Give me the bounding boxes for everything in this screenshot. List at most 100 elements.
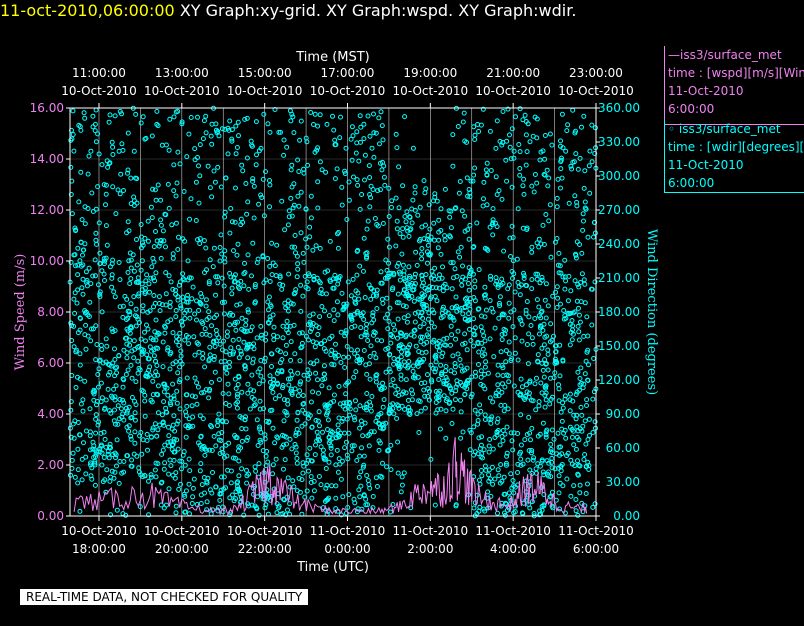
wdir-point <box>296 203 302 209</box>
wdir-point <box>183 434 189 440</box>
wdir-point <box>198 492 204 498</box>
wdir-point <box>240 168 246 174</box>
wdir-point <box>114 437 120 443</box>
wdir-point <box>155 383 161 389</box>
wdir-point <box>484 160 490 166</box>
top-tick-time: 19:00:00 <box>403 66 457 80</box>
wdir-point <box>186 341 192 347</box>
wdir-point <box>110 184 116 190</box>
wdir-point <box>263 331 269 337</box>
wdir-point <box>335 469 341 475</box>
wdir-point <box>267 129 273 135</box>
wdir-point <box>292 351 298 357</box>
wdir-point <box>342 365 348 370</box>
wdir-point <box>574 298 580 304</box>
wdir-point <box>496 188 502 194</box>
wdir-point <box>317 245 323 251</box>
wdir-point <box>253 162 259 168</box>
wdir-point <box>312 344 318 350</box>
wdir-point <box>388 442 394 448</box>
wdir-point <box>422 190 428 196</box>
wdir-point <box>558 468 564 474</box>
wdir-point <box>472 369 478 375</box>
wdir-point <box>391 322 397 328</box>
wdir-point <box>75 480 81 486</box>
wdir-point <box>395 470 401 476</box>
wdir-point <box>401 470 407 476</box>
wdir-point <box>493 390 499 396</box>
wdir-point <box>442 237 448 243</box>
wdir-point <box>298 118 304 124</box>
wdir-point <box>281 137 287 143</box>
wdir-point <box>388 467 394 473</box>
wdir-point <box>374 484 380 489</box>
wdir-point <box>79 456 85 462</box>
wdir-point <box>272 396 278 402</box>
wdir-point <box>211 245 217 251</box>
top-tick-date: 10-Oct-2010 <box>393 84 469 98</box>
wdir-point <box>426 397 432 403</box>
wdir-point <box>75 272 81 278</box>
wdir-point <box>133 379 139 385</box>
wdir-point <box>302 421 308 427</box>
wdir-point <box>335 281 341 287</box>
wdir-point <box>109 139 115 145</box>
wdir-point <box>413 343 419 349</box>
wdir-point <box>400 183 406 189</box>
wdir-point <box>532 381 538 387</box>
wdir-point <box>582 168 588 174</box>
wdir-point <box>245 381 251 387</box>
wdir-point <box>235 448 241 454</box>
wdir-point <box>483 307 489 313</box>
wdir-point <box>295 370 301 376</box>
wdir-point <box>587 190 593 196</box>
wdir-point <box>173 510 179 516</box>
wdir-point <box>321 363 327 369</box>
wdir-point <box>335 245 341 251</box>
legend-time: 6:00:00 <box>668 176 715 190</box>
top-tick-time: 15:00:00 <box>238 66 292 80</box>
wdir-point <box>210 264 216 270</box>
wdir-point <box>229 285 235 291</box>
wdir-point <box>153 369 159 375</box>
wdir-point <box>209 379 214 385</box>
wdir-point <box>96 282 101 288</box>
wdir-point <box>398 489 404 495</box>
wdir-point <box>227 322 233 328</box>
wdir-point <box>92 257 98 263</box>
wdir-point <box>504 424 510 430</box>
wdir-point <box>449 286 455 292</box>
wdir-point <box>466 281 471 286</box>
wdir-point <box>360 433 366 439</box>
wdir-point <box>71 296 77 302</box>
wdir-point <box>256 201 262 207</box>
wdir-point <box>542 297 548 303</box>
wdir-point <box>145 447 150 453</box>
wdir-point <box>466 311 472 317</box>
wdir-point <box>228 345 234 351</box>
wdir-point <box>556 250 562 256</box>
wdir-point <box>144 438 150 443</box>
wdir-point <box>361 453 367 459</box>
wdir-point <box>233 327 239 333</box>
wdir-point <box>409 387 414 393</box>
wdir-point <box>468 338 474 344</box>
wdir-point <box>450 132 456 138</box>
wdir-point <box>555 176 561 182</box>
right-tick-label: 60.00 <box>606 441 640 455</box>
wdir-point <box>153 270 159 276</box>
wdir-point <box>534 276 540 282</box>
wdir-point <box>104 467 110 473</box>
wdir-point <box>427 226 433 232</box>
wdir-point <box>112 113 118 119</box>
wdir-point <box>355 182 361 188</box>
wdir-point <box>378 269 384 275</box>
wdir-point <box>140 437 146 443</box>
wdir-point <box>190 494 196 500</box>
wdir-point <box>79 217 85 223</box>
wdir-point <box>312 111 318 117</box>
wdir-point <box>376 447 382 453</box>
wdir-point <box>433 400 439 405</box>
wdir-point <box>83 269 89 275</box>
wdir-point <box>261 111 267 117</box>
